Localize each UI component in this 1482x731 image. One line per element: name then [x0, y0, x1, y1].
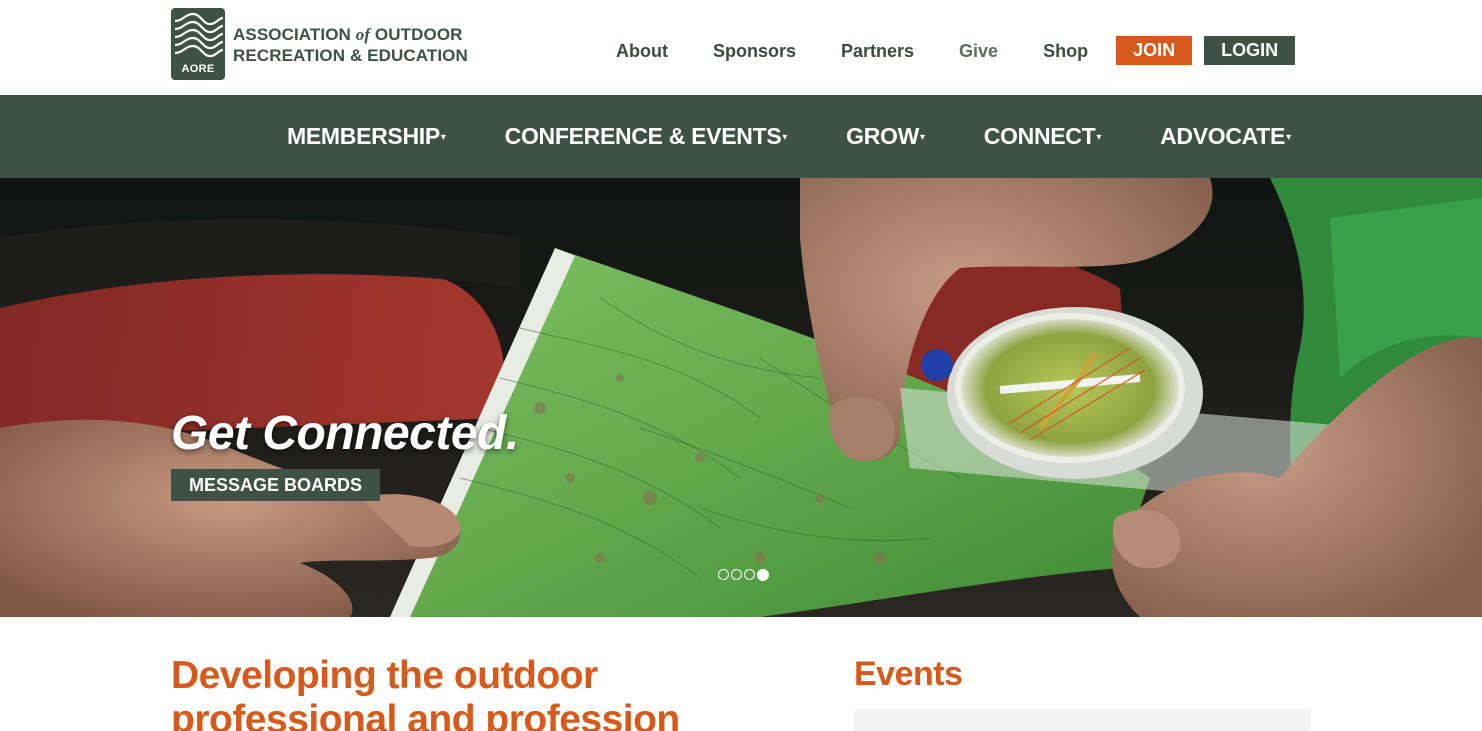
hero-map-compass-image	[0, 178, 1482, 617]
slider-dot-2[interactable]	[731, 569, 742, 580]
main-nav-connect[interactable]: CONNECT▾	[983, 122, 1102, 152]
mission-section: Developing the outdoor professional and …	[171, 654, 731, 731]
caret-down-icon: ▾	[782, 131, 788, 143]
caret-down-icon: ▾	[1096, 131, 1102, 143]
main-nav-membership[interactable]: MEMBERSHIP▾	[287, 122, 446, 152]
main-nav-list: MEMBERSHIP▾ CONFERENCE & EVENTS▾ GROW▾ C…	[287, 122, 1291, 152]
nav-link-partners[interactable]: Partners	[841, 39, 914, 63]
logo-abbreviation: AORE	[181, 63, 215, 75]
logo-text-of: of	[355, 25, 371, 44]
message-boards-button[interactable]: MESSAGE BOARDS	[171, 469, 381, 501]
join-button[interactable]: JOIN	[1116, 36, 1193, 65]
nav-link-sponsors[interactable]: Sponsors	[713, 39, 796, 63]
logo-text-association: ASSOCIATION	[233, 25, 356, 44]
events-section: Events	[854, 654, 1311, 731]
nav-link-about[interactable]: About	[616, 39, 668, 63]
main-nav: MEMBERSHIP▾ CONFERENCE & EVENTS▾ GROW▾ C…	[0, 95, 1482, 178]
logo-text-outdoor: OUTDOOR	[370, 25, 463, 44]
slider-dot-3[interactable]	[744, 569, 755, 580]
site-header: AORE ASSOCIATION of OUTDOOR RECREATION &…	[0, 0, 1482, 95]
hero-title: Get Connected.	[171, 407, 519, 460]
logo-line-2: RECREATION & EDUCATION	[233, 46, 468, 65]
mission-heading: Developing the outdoor professional and …	[171, 654, 680, 731]
main-nav-grow[interactable]: GROW▾	[846, 122, 925, 152]
main-nav-label: MEMBERSHIP	[287, 123, 440, 149]
caret-down-icon: ▾	[920, 131, 925, 143]
caret-down-icon: ▾	[1286, 131, 1291, 143]
main-nav-advocate[interactable]: ADVOCATE▾	[1160, 122, 1291, 152]
slider-dot-1[interactable]	[718, 569, 729, 580]
logo-line-1: ASSOCIATION of OUTDOOR	[233, 24, 468, 45]
hero-slider: Get Connected. MESSAGE BOARDS	[0, 178, 1482, 617]
main-nav-label: ADVOCATE	[1160, 123, 1286, 149]
aore-logo-icon: AORE	[171, 8, 225, 80]
login-button[interactable]: LOGIN	[1204, 36, 1296, 65]
nav-link-give[interactable]: Give	[959, 39, 998, 63]
main-nav-label: CONNECT	[983, 123, 1096, 149]
slider-dot-4-active[interactable]	[757, 568, 769, 581]
utility-nav: About Sponsors Partners Give Shop JOIN L…	[616, 36, 1296, 65]
logo-wordmark: ASSOCIATION of OUTDOOR RECREATION & EDUC…	[233, 24, 468, 66]
main-nav-conference-events[interactable]: CONFERENCE & EVENTS▾	[504, 122, 788, 152]
site-logo[interactable]: AORE ASSOCIATION of OUTDOOR RECREATION &…	[171, 8, 468, 80]
events-list	[854, 709, 1311, 731]
caret-down-icon: ▾	[440, 131, 446, 143]
main-nav-label: CONFERENCE & EVENTS	[504, 123, 782, 149]
slider-pagination	[718, 568, 771, 581]
nav-link-shop[interactable]: Shop	[1043, 39, 1088, 63]
main-nav-label: GROW	[846, 123, 920, 149]
events-heading: Events	[854, 655, 963, 693]
